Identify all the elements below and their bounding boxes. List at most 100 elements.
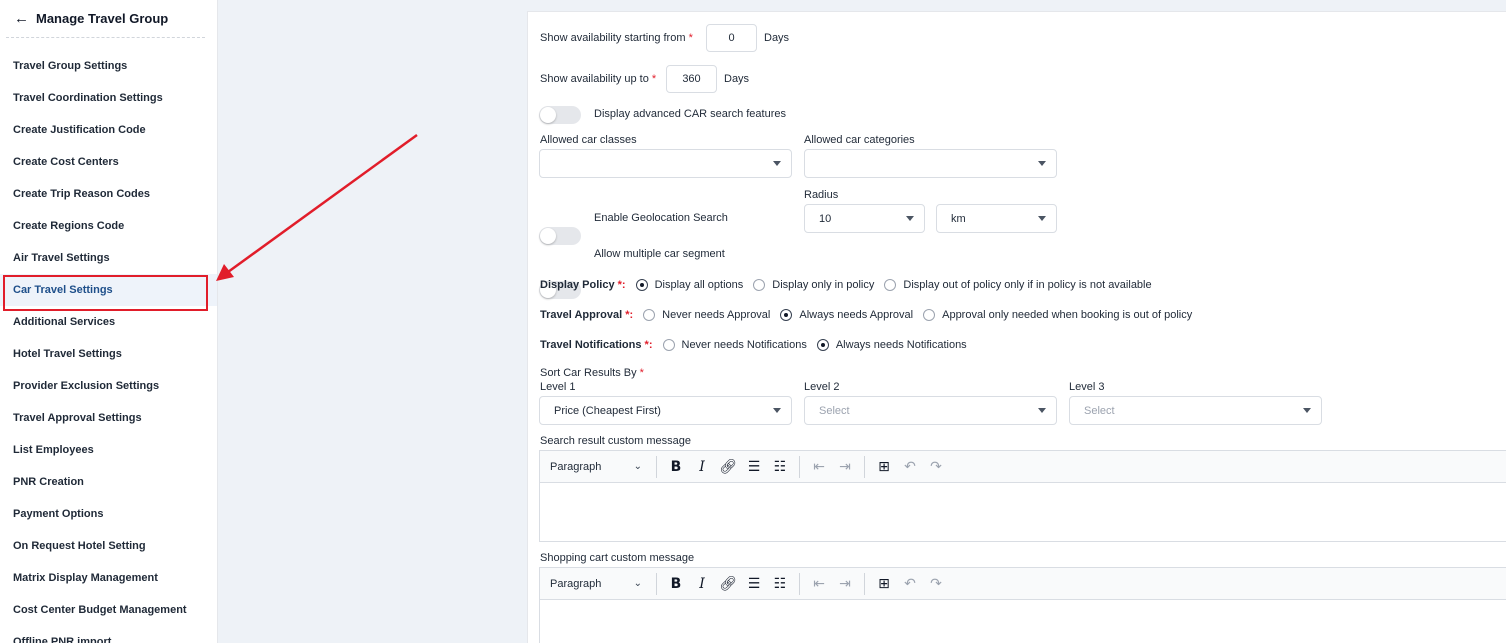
geolocation-toggle[interactable] — [539, 227, 581, 245]
radius-label: Radius — [804, 189, 839, 201]
travel-notifications-option-always[interactable]: Always needs Notifications — [816, 339, 967, 351]
arrow-left-icon[interactable]: ← — [14, 10, 36, 27]
radio-unchecked[interactable] — [884, 279, 897, 291]
table-icon[interactable]: ⊞ — [871, 456, 897, 478]
caret-down-icon — [1038, 216, 1046, 221]
sidebar-item-create-justification-code[interactable]: Create Justification Code — [0, 114, 217, 146]
paragraph-format-select[interactable]: Paragraph ⌄ — [550, 573, 650, 595]
sidebar-item-travel-approval-settings[interactable]: Travel Approval Settings — [0, 402, 217, 434]
avail-from-label-text: Show availability starting from — [540, 32, 686, 44]
toolbar-divider — [864, 455, 865, 478]
sidebar-title: Manage Travel Group — [36, 11, 169, 26]
sidebar-item-matrix-display-management[interactable]: Matrix Display Management — [0, 562, 217, 594]
link-icon[interactable]: 🔗︎ — [715, 573, 741, 595]
link-icon[interactable]: 🔗︎ — [715, 456, 741, 478]
radio-unchecked[interactable] — [753, 279, 766, 291]
radio-unchecked[interactable] — [643, 309, 656, 321]
display-policy-title: Display Policy *: — [540, 279, 626, 291]
sort-level1-label: Level 1 — [540, 381, 576, 393]
travel-notifications-title: Travel Notifications *: — [540, 339, 653, 351]
advanced-search-toggle[interactable] — [539, 106, 581, 124]
avail-from-label: Show availability starting from * — [540, 32, 693, 44]
numbered-list-icon[interactable]: ☷ — [767, 573, 793, 595]
sidebar-item-travel-group-settings[interactable]: Travel Group Settings — [0, 50, 217, 82]
travel-notifications-option-never[interactable]: Never needs Notifications — [662, 339, 807, 351]
redo-icon[interactable]: ↷ — [923, 573, 949, 595]
option-label: Always needs Notifications — [835, 339, 967, 351]
bulleted-list-icon[interactable]: ☰ — [741, 456, 767, 478]
sidebar-item-payment-options[interactable]: Payment Options — [0, 498, 217, 530]
caret-down-icon — [773, 408, 781, 413]
travel-approval-option-out-of-policy[interactable]: Approval only needed when booking is out… — [923, 309, 1192, 321]
paragraph-format-select[interactable]: Paragraph ⌄ — [550, 456, 650, 478]
avail-to-label-text: Show availability up to — [540, 73, 649, 85]
sidebar-item-cost-center-budget-management[interactable]: Cost Center Budget Management — [0, 594, 217, 626]
sidebar-item-on-request-hotel-setting[interactable]: On Request Hotel Setting — [0, 530, 217, 562]
sidebar-item-travel-coordination-settings[interactable]: Travel Coordination Settings — [0, 82, 217, 114]
sort-level1-select[interactable]: Price (Cheapest First) — [539, 396, 792, 425]
editor-toolbar: Paragraph ⌄ B I 🔗︎ ☰ ☷ ⇤ ⇥ ⊞ ↶ ↷ — [540, 568, 1506, 600]
travel-approval-option-always[interactable]: Always needs Approval — [780, 309, 913, 321]
allowed-car-classes-select[interactable] — [539, 149, 792, 178]
sidebar-item-create-regions-code[interactable]: Create Regions Code — [0, 210, 217, 242]
caret-down-icon — [1038, 408, 1046, 413]
allowed-car-categories-select[interactable] — [804, 149, 1057, 178]
sidebar-item-provider-exclusion-settings[interactable]: Provider Exclusion Settings — [0, 370, 217, 402]
advanced-search-label: Display advanced CAR search features — [594, 108, 786, 120]
redo-icon[interactable]: ↷ — [923, 456, 949, 478]
bold-icon[interactable]: B — [663, 456, 689, 478]
bulleted-list-icon[interactable]: ☰ — [741, 573, 767, 595]
sort-level2-select[interactable]: Select — [804, 396, 1057, 425]
geolocation-label: Enable Geolocation Search — [594, 212, 728, 224]
italic-icon[interactable]: I — [689, 573, 715, 595]
travel-approval-title: Travel Approval *: — [540, 309, 633, 321]
sidebar-item-additional-services[interactable]: Additional Services — [0, 306, 217, 338]
sidebar-menu: Travel Group Settings Travel Coordinatio… — [0, 50, 217, 643]
display-policy-option-in-policy[interactable]: Display only in policy — [753, 279, 874, 291]
outdent-icon[interactable]: ⇤ — [806, 456, 832, 478]
search-message-editor: Paragraph ⌄ B I 🔗︎ ☰ ☷ ⇤ ⇥ ⊞ ↶ ↷ — [539, 450, 1506, 542]
radio-checked[interactable] — [780, 309, 793, 321]
undo-icon[interactable]: ↶ — [897, 573, 923, 595]
display-policy-option-all[interactable]: Display all options — [635, 279, 744, 291]
search-message-textarea[interactable] — [540, 483, 1506, 541]
avail-from-unit: Days — [764, 32, 790, 44]
radio-checked[interactable] — [635, 279, 648, 291]
radio-checked[interactable] — [816, 339, 829, 351]
sidebar-item-pnr-creation[interactable]: PNR Creation — [0, 466, 217, 498]
sidebar-header: ← Manage Travel Group — [6, 0, 205, 38]
cart-message-textarea[interactable] — [540, 600, 1506, 643]
radio-unchecked[interactable] — [662, 339, 675, 351]
indent-icon[interactable]: ⇥ — [832, 456, 858, 478]
sidebar-item-air-travel-settings[interactable]: Air Travel Settings — [0, 242, 217, 274]
avail-from-input[interactable] — [706, 24, 757, 52]
radius-unit-select[interactable]: km — [936, 204, 1057, 233]
option-label: Display all options — [654, 279, 744, 291]
radio-unchecked[interactable] — [923, 309, 936, 321]
sort-level3-select[interactable]: Select — [1069, 396, 1322, 425]
sidebar-item-car-travel-settings[interactable]: Car Travel Settings — [0, 274, 217, 311]
cart-message-editor: Paragraph ⌄ B I 🔗︎ ☰ ☷ ⇤ ⇥ ⊞ ↶ ↷ — [539, 567, 1506, 643]
sidebar-item-offline-pnr-import[interactable]: Offline PNR import — [0, 626, 217, 643]
radius-select[interactable]: 10 — [804, 204, 925, 233]
chevron-down-icon: ⌄ — [633, 461, 642, 472]
required-marker: * — [688, 32, 693, 44]
toolbar-divider — [864, 572, 865, 595]
italic-icon[interactable]: I — [689, 456, 715, 478]
sidebar-item-hotel-travel-settings[interactable]: Hotel Travel Settings — [0, 338, 217, 370]
travel-approval-option-never[interactable]: Never needs Approval — [643, 309, 770, 321]
required-marker: *: — [644, 339, 653, 351]
avail-to-input[interactable] — [666, 65, 717, 93]
indent-icon[interactable]: ⇥ — [832, 573, 858, 595]
sidebar-item-create-trip-reason-codes[interactable]: Create Trip Reason Codes — [0, 178, 217, 210]
sidebar-item-list-employees[interactable]: List Employees — [0, 434, 217, 466]
bold-icon[interactable]: B — [663, 573, 689, 595]
table-icon[interactable]: ⊞ — [871, 573, 897, 595]
required-marker: * — [651, 73, 657, 85]
numbered-list-icon[interactable]: ☷ — [767, 456, 793, 478]
editor-toolbar: Paragraph ⌄ B I 🔗︎ ☰ ☷ ⇤ ⇥ ⊞ ↶ ↷ — [540, 451, 1506, 483]
undo-icon[interactable]: ↶ — [897, 456, 923, 478]
outdent-icon[interactable]: ⇤ — [806, 573, 832, 595]
display-policy-option-out-of-policy[interactable]: Display out of policy only if in policy … — [884, 279, 1152, 291]
sidebar-item-create-cost-centers[interactable]: Create Cost Centers — [0, 146, 217, 178]
